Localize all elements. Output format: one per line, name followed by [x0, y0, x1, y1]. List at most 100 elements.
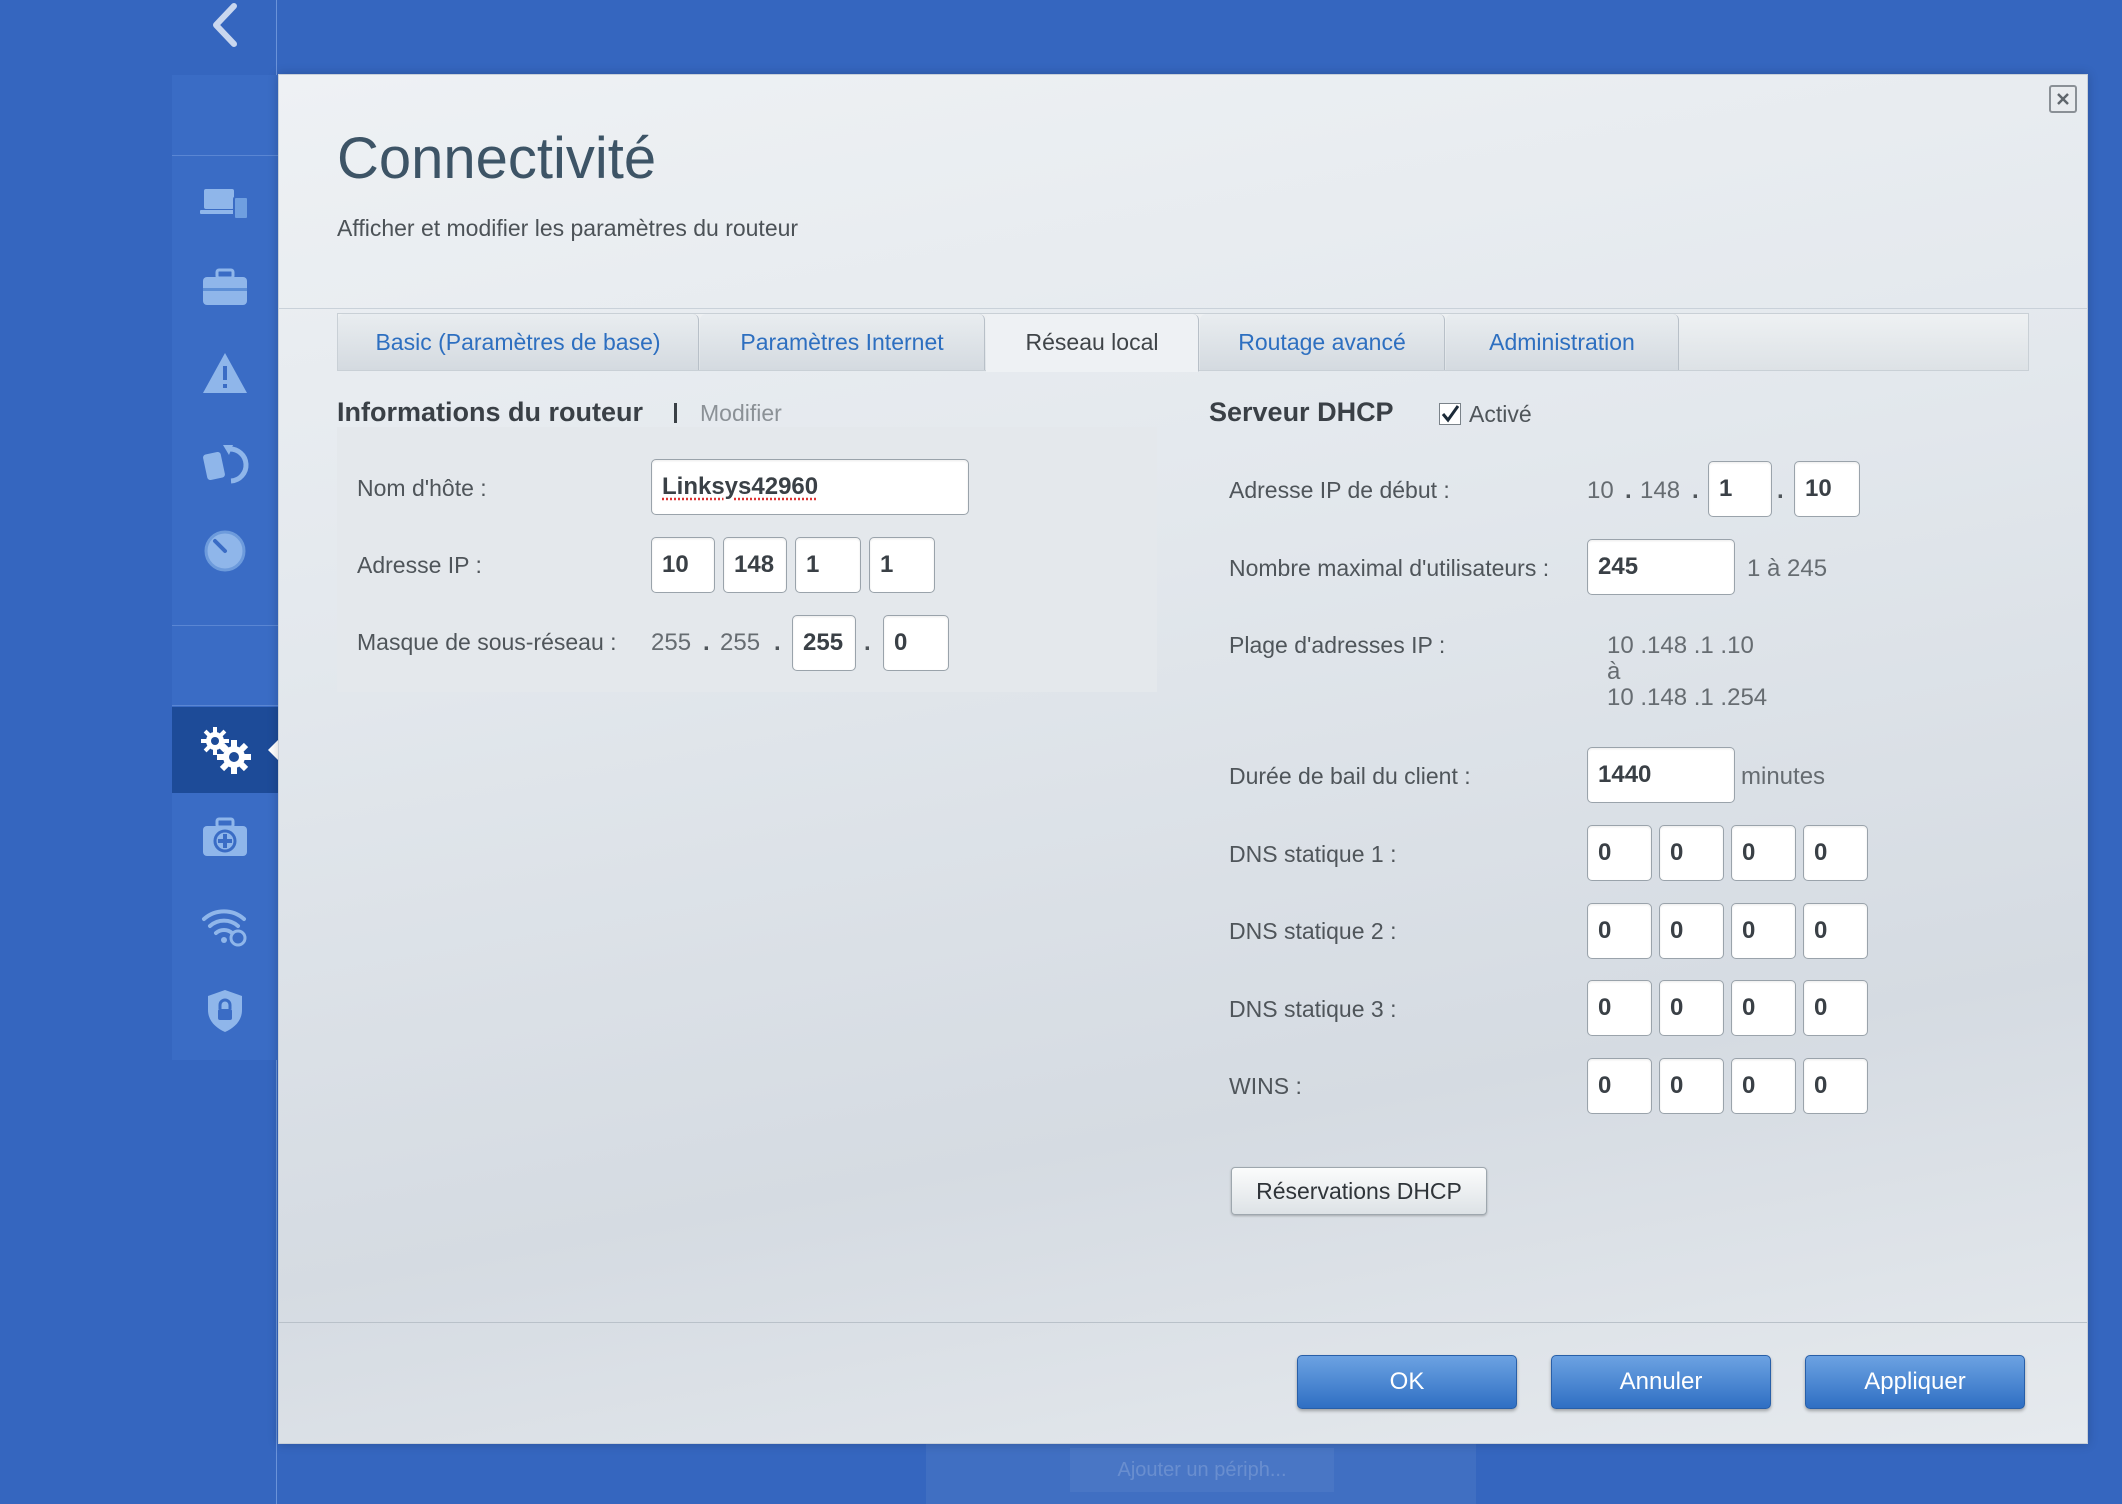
ip-octet-2-input[interactable]: 148 [723, 537, 787, 593]
max-users-label: Nombre maximal d'utilisateurs : [1229, 555, 1550, 581]
sidebar-item-wireless[interactable] [172, 882, 278, 968]
dns1-octet-2-value: 0 [1670, 839, 1684, 866]
ok-button[interactable]: OK [1297, 1355, 1517, 1409]
tab-basic[interactable]: Basic (Paramètres de base) [338, 314, 699, 370]
wins-label: WINS : [1229, 1073, 1302, 1099]
tab-local-network[interactable]: Réseau local [986, 314, 1199, 372]
mask-octet-3-input[interactable]: 255 [792, 615, 856, 671]
max-users-range: 1 à 245 [1747, 555, 1828, 582]
warning-icon [203, 353, 247, 393]
ip-octet-1-input[interactable]: 10 [651, 537, 715, 593]
sidebar-item-alerts[interactable] [172, 330, 278, 416]
tab-advanced-routing[interactable]: Routage avancé [1200, 314, 1445, 370]
dns1-octet-4-input[interactable]: 0 [1803, 825, 1868, 881]
wins-octet-1-input[interactable]: 0 [1587, 1058, 1652, 1114]
lease-time-value: 1440 [1598, 761, 1652, 788]
tab-label: Basic (Paramètres de base) [375, 328, 661, 355]
dns2-octet-1-input[interactable]: 0 [1587, 903, 1652, 959]
cancel-button[interactable]: Annuler [1551, 1355, 1771, 1409]
apply-label: Appliquer [1864, 1368, 1966, 1395]
mask-octet-4-value: 0 [894, 629, 908, 656]
shield-icon [208, 990, 242, 1032]
dns3-octet-1-input[interactable]: 0 [1587, 980, 1652, 1036]
ip-octet-4-input[interactable]: 1 [869, 537, 935, 593]
dns2-octet-2-value: 0 [1670, 917, 1684, 944]
wireless-icon [202, 909, 247, 947]
dns3-octet-3-value: 0 [1742, 994, 1756, 1021]
toolbox-icon [203, 268, 247, 305]
tab-label: Réseau local [1025, 329, 1159, 355]
dns2-octet-4-input[interactable]: 0 [1803, 903, 1868, 959]
lease-time-label: Durée de bail du client : [1229, 763, 1471, 789]
sidebar-item-speed[interactable] [172, 508, 278, 594]
start-ip-dot: . [1692, 477, 1699, 504]
ip-octet-4-value: 1 [880, 551, 894, 578]
mask-octet-3-value: 255 [803, 629, 844, 656]
dns1-octet-1-input[interactable]: 0 [1587, 825, 1652, 881]
start-ip-octet-3-value: 1 [1719, 475, 1733, 502]
checkmark-icon [1441, 405, 1460, 423]
mask-dot: . [774, 629, 781, 656]
dhcp-server-title: Serveur DHCP [1209, 397, 1394, 427]
ip-octet-3-input[interactable]: 1 [795, 537, 861, 593]
sidebar-separator [172, 705, 278, 706]
mask-octet-4-input[interactable]: 0 [883, 615, 949, 671]
wins-octet-3-value: 0 [1742, 1072, 1756, 1099]
max-users-input[interactable]: 245 [1587, 539, 1735, 595]
dns3-octet-2-input[interactable]: 0 [1659, 980, 1724, 1036]
dns2-label: DNS statique 2 : [1229, 918, 1397, 944]
close-button[interactable] [2049, 85, 2077, 113]
dhcp-enabled-checkbox[interactable] [1439, 403, 1461, 425]
dns1-octet-2-input[interactable]: 0 [1659, 825, 1724, 881]
dns2-octet-2-input[interactable]: 0 [1659, 903, 1724, 959]
tab-internet[interactable]: Paramètres Internet [700, 314, 985, 370]
speed-icon [204, 530, 246, 572]
ip-octet-3-value: 1 [806, 551, 820, 578]
troubleshoot-icon [203, 817, 247, 856]
sidebar-separator [172, 155, 278, 156]
sidebar-item-media[interactable] [172, 420, 278, 506]
wins-octet-2-value: 0 [1670, 1072, 1684, 1099]
ok-label: OK [1389, 1368, 1425, 1395]
subnet-mask-label: Masque de sous-réseau : [357, 629, 617, 655]
dns3-octet-2-value: 0 [1670, 994, 1684, 1021]
dns3-label: DNS statique 3 : [1229, 996, 1397, 1022]
mask-dot: . [864, 629, 871, 656]
dns1-octet-3-input[interactable]: 0 [1731, 825, 1796, 881]
lease-time-input[interactable]: 1440 [1587, 747, 1735, 803]
router-info-title: Informations du routeur [337, 397, 643, 427]
wins-octet-3-input[interactable]: 0 [1731, 1058, 1796, 1114]
sidebar-item-security[interactable] [172, 968, 278, 1054]
connectivity-dialog: Connectivité Afficher et modifier les pa… [278, 74, 2088, 1444]
wins-octet-2-input[interactable]: 0 [1659, 1058, 1724, 1114]
ip-address-label: Adresse IP : [357, 552, 482, 578]
tab-label: Paramètres Internet [740, 328, 944, 355]
dhcp-reservations-button[interactable]: Réservations DHCP [1231, 1167, 1487, 1215]
tab-label: Routage avancé [1238, 328, 1406, 355]
cancel-label: Annuler [1619, 1368, 1703, 1395]
sidebar-item-toolbox[interactable] [172, 245, 278, 331]
back-button[interactable] [200, 0, 250, 50]
sidebar-item-troubleshoot[interactable] [172, 795, 278, 881]
apply-button[interactable]: Appliquer [1805, 1355, 2025, 1409]
start-ip-octet-4-input[interactable]: 10 [1794, 461, 1860, 517]
tab-administration[interactable]: Administration [1446, 314, 1679, 370]
edit-link[interactable]: Modifier [700, 400, 782, 427]
background-hidden-button-label: Ajouter un périph... [1117, 1458, 1287, 1481]
dns2-octet-3-input[interactable]: 0 [1731, 903, 1796, 959]
sidebar-item-connectivity[interactable] [172, 707, 280, 793]
sidebar-item-devices[interactable] [172, 160, 278, 246]
wins-octet-4-input[interactable]: 0 [1803, 1058, 1868, 1114]
dns2-octet-4-value: 0 [1814, 917, 1828, 944]
dns1-octet-1-value: 0 [1598, 839, 1612, 866]
mask-octet-2: 255 [720, 629, 761, 656]
start-ip-octet-4-value: 10 [1805, 475, 1832, 502]
dns3-octet-4-input[interactable]: 0 [1803, 980, 1868, 1036]
hostname-input[interactable]: Linksys42960 [651, 459, 969, 515]
page-subtitle: Afficher et modifier les paramètres du r… [337, 215, 799, 241]
start-ip-octet-3-input[interactable]: 1 [1708, 461, 1772, 517]
start-ip-octet-1: 10 [1587, 477, 1614, 504]
close-icon [2057, 93, 2069, 105]
start-ip-dot: . [1625, 477, 1632, 504]
dns3-octet-3-input[interactable]: 0 [1731, 980, 1796, 1036]
